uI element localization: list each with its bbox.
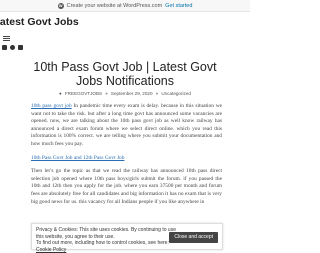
post-category[interactable]: Uncategorized: [161, 91, 191, 96]
instagram-icon[interactable]: [18, 45, 23, 50]
twitter-icon[interactable]: [10, 45, 15, 50]
social-links: [2, 45, 23, 50]
cookie-text-2: To find out more, including how to contr…: [36, 240, 169, 247]
category-icon: ●: [155, 91, 159, 96]
cookie-text-1: Privacy & Cookies: This site uses cookie…: [36, 227, 176, 240]
site-title[interactable]: latest Govt Jobs: [0, 16, 79, 28]
post-content: 10th pass govt job In pandemic time ever…: [31, 103, 222, 212]
cookie-banner: Privacy & Cookies: This site uses cookie…: [31, 223, 223, 253]
wordpress-icon: W: [57, 2, 64, 9]
facebook-icon[interactable]: [2, 45, 7, 50]
paragraph-1-text: In pandemic time every exam is delay. be…: [31, 103, 222, 147]
paragraph-2: 10th Pass Govt Job and 12th Pass Govt Jo…: [31, 155, 222, 163]
paragraph-3: Then let’s go the topic as that we read …: [31, 168, 222, 205]
post-date[interactable]: September 29, 2020: [111, 91, 153, 96]
cookie-text: Privacy & Cookies: This site uses cookie…: [36, 227, 184, 253]
wordpress-bar-text: Create your website at WordPress.com: [66, 2, 163, 9]
post-meta: ● FREEGOVTJOBS ● September 29, 2020 ● Un…: [0, 91, 250, 96]
post-author[interactable]: FREEGOVTJOBS: [65, 91, 102, 96]
post-title: 10th Pass Govt Job | Latest Govt Jobs No…: [0, 60, 250, 88]
date-icon: ●: [105, 91, 108, 96]
post-title-line-1: 10th Pass Govt Job | Latest Govt: [33, 60, 217, 74]
get-started-link[interactable]: Get started: [165, 3, 192, 9]
close-and-accept-button[interactable]: Close and accept: [169, 232, 218, 243]
paragraph-1: 10th pass govt job In pandemic time ever…: [31, 103, 222, 149]
tenth-twelfth-pass-link[interactable]: 10th Pass Govt Job and 12th Pass Govt Jo…: [31, 155, 124, 161]
author-icon: ●: [59, 91, 62, 96]
tenth-pass-link[interactable]: 10th pass govt job: [31, 103, 72, 109]
post-title-line-2: Jobs Notifications: [76, 74, 174, 88]
wordpress-bar: W Create your website at WordPress.com G…: [0, 0, 250, 12]
menu-icon[interactable]: [3, 36, 10, 41]
